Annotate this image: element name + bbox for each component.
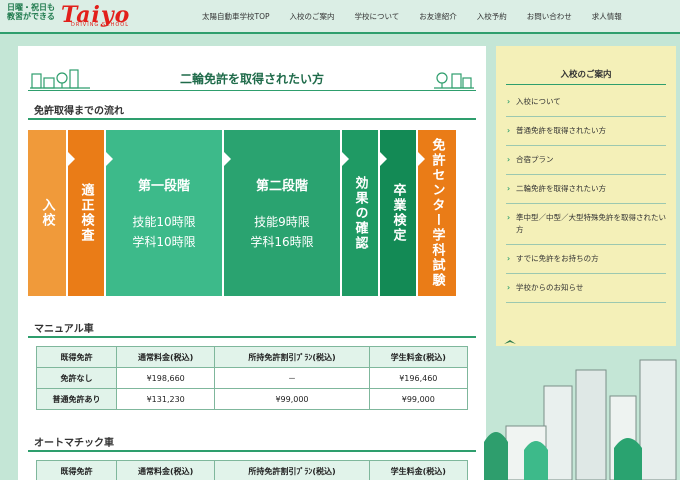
flow-step-title: 第二段階	[255, 178, 308, 194]
flow-section-rule	[28, 118, 476, 120]
table-row: 免許なし ¥198,660 － ¥196,460	[36, 367, 469, 389]
flow-step-enroll: 入校	[28, 130, 66, 296]
table-row: 普通免許あり ¥131,230 ¥99,000 ¥99,000	[36, 388, 469, 410]
table-header: 通常料金(税込)	[115, 460, 216, 480]
nav-reservation[interactable]: 入校予約	[467, 0, 517, 34]
flow-step-label: 効果の確認	[352, 175, 368, 251]
manual-price-table: 既得免許 通常料金(税込) 所持免許割引ﾌﾟﾗﾝ(税込) 学生料金(税込) 免許…	[36, 346, 469, 410]
sidebar-item-news[interactable]: 学校からのお知らせ	[506, 274, 666, 303]
manual-section-title: マニュアル車	[34, 324, 94, 335]
nav-top[interactable]: 太陽自動車学校TOP	[192, 0, 280, 34]
manual-section-rule	[28, 336, 476, 338]
logo-tagline: 日曜・祝日も 教習ができる	[7, 3, 55, 21]
flow-arrow-icon	[224, 152, 231, 166]
flow-arrow-icon	[418, 152, 425, 166]
flow-step-label: 適正検査	[78, 183, 94, 243]
logo-tagline-line1: 日曜・祝日も 教習ができる	[7, 3, 55, 21]
sidebar-item-motorcycle-license[interactable]: 二輪免許を取得されたい方	[506, 175, 666, 204]
flow-arrow-icon	[68, 152, 75, 166]
table-cell: ¥196,460	[368, 367, 469, 389]
nav-referral[interactable]: お友達紹介	[409, 0, 467, 34]
sidebar-item-medium-large-license[interactable]: 準中型／中型／大型特殊免許を取得されたい方	[506, 204, 666, 245]
flow-arrow-icon	[342, 152, 349, 166]
city-illustration	[484, 340, 677, 480]
table-cell: 普通免許あり	[36, 388, 117, 410]
flow-arrow-icon	[106, 152, 113, 166]
sidebar-menu: 入校について 普通免許を取得されたい方 合宿プラン 二輪免許を取得されたい方 準…	[506, 88, 666, 303]
automatic-section-title: オートマチック車	[34, 438, 114, 449]
table-header: 既得免許	[36, 460, 117, 480]
table-header: 所持免許割引ﾌﾟﾗﾝ(税込)	[214, 460, 370, 480]
table-header: 学生料金(税込)	[368, 346, 469, 368]
nav-contact[interactable]: お問い合わせ	[517, 0, 582, 34]
title-divider	[28, 90, 476, 91]
flow-section-title: 免許取得までの流れ	[34, 106, 124, 117]
flow-step-title: 第一段階	[137, 178, 190, 194]
license-flow-chart: 入校 適正検査 第一段階 技能10時限 学科10時限 第二段階 技能9時限 学科…	[28, 130, 458, 300]
table-header: 学生料金(税込)	[368, 460, 469, 480]
nav-admission[interactable]: 入校のご案内	[280, 0, 345, 34]
bird-icon	[504, 340, 516, 344]
main-content: 二輪免許を取得されたい方 免許取得までの流れ 入校 適正検査 第一段階 技能10…	[18, 46, 486, 480]
sidebar-item-camp-plan[interactable]: 合宿プラン	[506, 146, 666, 175]
table-cell: －	[214, 367, 370, 389]
logo-subtitle: DRIVING SCHOOL	[71, 22, 129, 28]
flow-step-detail: 学科16時限	[250, 234, 314, 249]
nav-jobs[interactable]: 求人情報	[582, 0, 632, 34]
flow-arrow-icon	[380, 152, 387, 166]
flow-step-label: 入校	[39, 198, 55, 228]
flow-step-detail: 学科10時限	[132, 234, 196, 249]
sidebar-item-enrollment[interactable]: 入校について	[506, 88, 666, 117]
table-header-row: 既得免許 通常料金(税込) 所持免許割引ﾌﾟﾗﾝ(税込) 学生料金(税込)	[36, 460, 469, 480]
flow-step-label: 卒業検定	[390, 183, 406, 243]
automatic-price-table: 既得免許 通常料金(税込) 所持免許割引ﾌﾟﾗﾝ(税込) 学生料金(税込)	[36, 460, 469, 480]
table-cell: ¥131,230	[115, 388, 216, 410]
table-header: 通常料金(税込)	[115, 346, 216, 368]
sidebar-title-rule	[506, 84, 666, 85]
sidebar: 入校のご案内 入校について 普通免許を取得されたい方 合宿プラン 二輪免許を取得…	[496, 46, 676, 346]
site-logo[interactable]: 日曜・祝日も 教習ができる Taiyo DRIVING SCHOOL	[5, 2, 133, 31]
table-header: 既得免許	[36, 346, 117, 368]
table-header-row: 既得免許 通常料金(税込) 所持免許割引ﾌﾟﾗﾝ(税込) 学生料金(税込)	[36, 346, 469, 368]
nav-about[interactable]: 学校について	[345, 0, 410, 34]
flow-step-stage2: 第二段階 技能9時限 学科16時限	[224, 130, 340, 296]
sidebar-item-standard-license[interactable]: 普通免許を取得されたい方	[506, 117, 666, 146]
flow-step-stage1: 第一段階 技能10時限 学科10時限	[106, 130, 222, 296]
page-title: 二輪免許を取得されたい方	[179, 72, 324, 86]
site-header: 日曜・祝日も 教習ができる Taiyo DRIVING SCHOOL 太陽自動車…	[0, 0, 680, 34]
sidebar-title: 入校のご案内	[560, 70, 612, 80]
automatic-section-rule	[28, 450, 476, 452]
table-cell: ¥198,660	[115, 367, 216, 389]
flow-step-detail: 技能9時限	[254, 214, 310, 229]
table-cell: ¥99,000	[214, 388, 370, 410]
table-cell: ¥99,000	[368, 388, 469, 410]
table-header: 所持免許割引ﾌﾟﾗﾝ(税込)	[214, 346, 370, 368]
flow-step-label: 免許センター学科試験	[429, 138, 445, 288]
sidebar-item-already-licensed[interactable]: すでに免許をお持ちの方	[506, 245, 666, 274]
table-cell: 免許なし	[36, 367, 117, 389]
flow-step-detail: 技能10時限	[132, 214, 196, 229]
main-nav: 太陽自動車学校TOP 入校のご案内 学校について お友達紹介 入校予約 お問い合…	[192, 0, 632, 34]
